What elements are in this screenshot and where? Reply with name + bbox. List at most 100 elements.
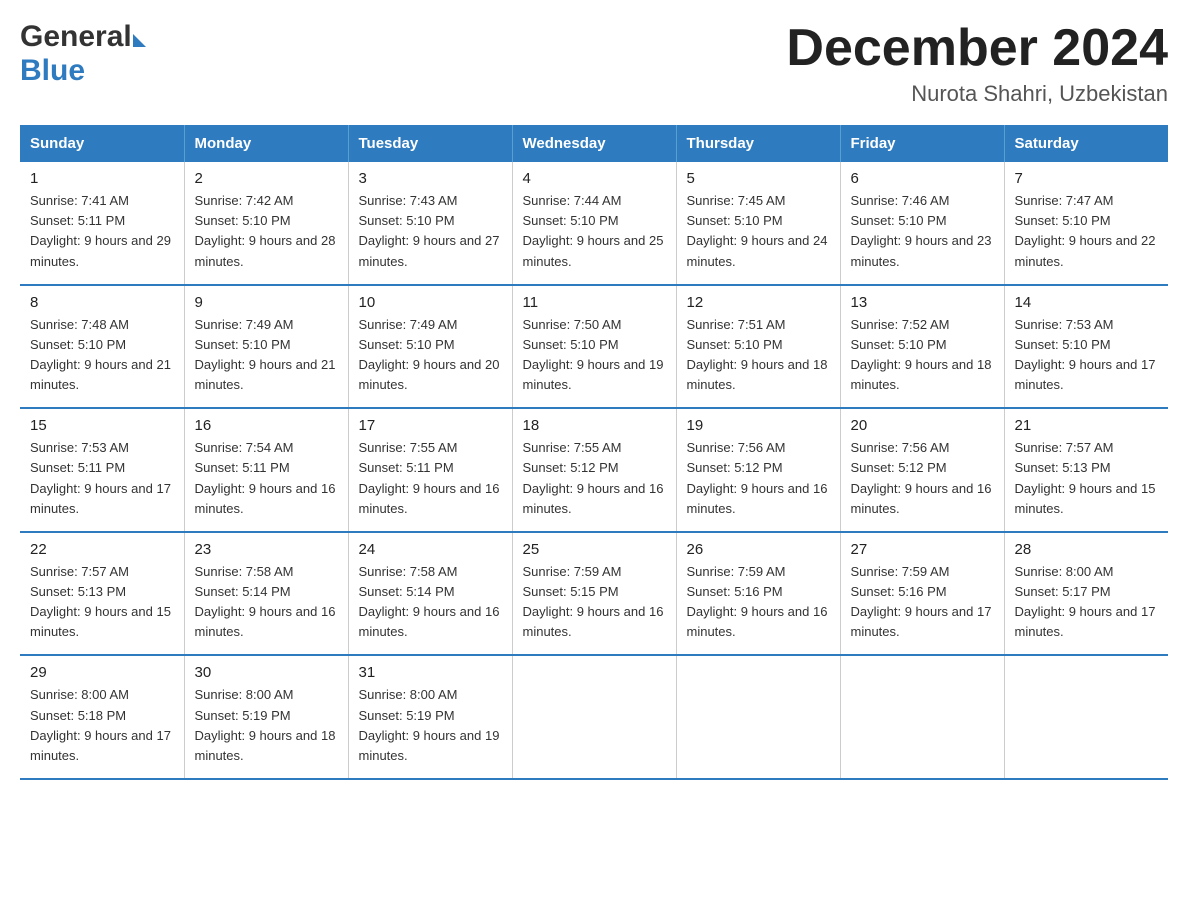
- day-number: 12: [687, 294, 830, 311]
- day-number: 9: [195, 294, 338, 311]
- logo-blue-text: Blue: [20, 54, 85, 88]
- day-number: 14: [1015, 294, 1159, 311]
- day-info: Sunrise: 7:45 AMSunset: 5:10 PMDaylight:…: [687, 191, 830, 272]
- day-number: 4: [523, 170, 666, 187]
- day-number: 29: [30, 664, 174, 681]
- calendar-cell: [1004, 655, 1168, 779]
- page-header: General Blue December 2024 Nurota Shahri…: [20, 20, 1168, 107]
- day-number: 18: [523, 417, 666, 434]
- calendar-cell: 5 Sunrise: 7:45 AMSunset: 5:10 PMDaylight…: [676, 162, 840, 285]
- day-header-sunday: Sunday: [20, 125, 184, 162]
- day-number: 28: [1015, 541, 1159, 558]
- day-info: Sunrise: 7:59 AMSunset: 5:16 PMDaylight:…: [687, 562, 830, 643]
- calendar-cell: 22 Sunrise: 7:57 AMSunset: 5:13 PMDayligh…: [20, 532, 184, 656]
- day-info: Sunrise: 7:54 AMSunset: 5:11 PMDaylight:…: [195, 438, 338, 519]
- calendar-cell: 1 Sunrise: 7:41 AMSunset: 5:11 PMDaylight…: [20, 162, 184, 285]
- calendar-cell: 2 Sunrise: 7:42 AMSunset: 5:10 PMDaylight…: [184, 162, 348, 285]
- day-number: 24: [359, 541, 502, 558]
- day-info: Sunrise: 7:53 AMSunset: 5:10 PMDaylight:…: [1015, 315, 1159, 396]
- day-info: Sunrise: 7:50 AMSunset: 5:10 PMDaylight:…: [523, 315, 666, 396]
- day-number: 31: [359, 664, 502, 681]
- day-info: Sunrise: 7:49 AMSunset: 5:10 PMDaylight:…: [359, 315, 502, 396]
- calendar-cell: 28 Sunrise: 8:00 AMSunset: 5:17 PMDayligh…: [1004, 532, 1168, 656]
- calendar-cell: 19 Sunrise: 7:56 AMSunset: 5:12 PMDayligh…: [676, 408, 840, 532]
- calendar-cell: 30Sunrise: 8:00 AMSunset: 5:19 PMDayligh…: [184, 655, 348, 779]
- day-info: Sunrise: 8:00 AMSunset: 5:17 PMDaylight:…: [1015, 562, 1159, 643]
- week-row-1: 1 Sunrise: 7:41 AMSunset: 5:11 PMDaylight…: [20, 162, 1168, 285]
- day-number: 22: [30, 541, 174, 558]
- day-number: 19: [687, 417, 830, 434]
- calendar-cell: 13 Sunrise: 7:52 AMSunset: 5:10 PMDayligh…: [840, 285, 1004, 409]
- calendar-cell: 3Sunrise: 7:43 AMSunset: 5:10 PMDaylight…: [348, 162, 512, 285]
- day-number: 6: [851, 170, 994, 187]
- day-info: Sunrise: 7:43 AMSunset: 5:10 PMDaylight:…: [359, 191, 502, 272]
- logo-triangle-icon: [133, 34, 146, 47]
- day-info: Sunrise: 7:56 AMSunset: 5:12 PMDaylight:…: [851, 438, 994, 519]
- day-number: 16: [195, 417, 338, 434]
- day-header-thursday: Thursday: [676, 125, 840, 162]
- day-header-tuesday: Tuesday: [348, 125, 512, 162]
- calendar-cell: 9 Sunrise: 7:49 AMSunset: 5:10 PMDaylight…: [184, 285, 348, 409]
- day-info: Sunrise: 7:41 AMSunset: 5:11 PMDaylight:…: [30, 191, 174, 272]
- calendar-cell: 24 Sunrise: 7:58 AMSunset: 5:14 PMDayligh…: [348, 532, 512, 656]
- days-of-week-row: SundayMondayTuesdayWednesdayThursdayFrid…: [20, 125, 1168, 162]
- day-info: Sunrise: 7:59 AMSunset: 5:16 PMDaylight:…: [851, 562, 994, 643]
- day-info: Sunrise: 7:57 AMSunset: 5:13 PMDaylight:…: [30, 562, 174, 643]
- day-info: Sunrise: 8:00 AMSunset: 5:19 PMDaylight:…: [195, 685, 338, 766]
- day-header-monday: Monday: [184, 125, 348, 162]
- day-info: Sunrise: 7:51 AMSunset: 5:10 PMDaylight:…: [687, 315, 830, 396]
- day-number: 13: [851, 294, 994, 311]
- day-info: Sunrise: 7:56 AMSunset: 5:12 PMDaylight:…: [687, 438, 830, 519]
- day-header-saturday: Saturday: [1004, 125, 1168, 162]
- calendar-cell: 25 Sunrise: 7:59 AMSunset: 5:15 PMDayligh…: [512, 532, 676, 656]
- day-info: Sunrise: 8:00 AMSunset: 5:18 PMDaylight:…: [30, 685, 174, 766]
- day-number: 21: [1015, 417, 1159, 434]
- calendar-cell: 14 Sunrise: 7:53 AMSunset: 5:10 PMDayligh…: [1004, 285, 1168, 409]
- calendar-cell: 29 Sunrise: 8:00 AMSunset: 5:18 PMDayligh…: [20, 655, 184, 779]
- day-number: 25: [523, 541, 666, 558]
- calendar-title: December 2024: [786, 20, 1168, 77]
- calendar-cell: 16 Sunrise: 7:54 AMSunset: 5:11 PMDayligh…: [184, 408, 348, 532]
- day-number: 1: [30, 170, 174, 187]
- calendar-cell: 20 Sunrise: 7:56 AMSunset: 5:12 PMDayligh…: [840, 408, 1004, 532]
- calendar-header: SundayMondayTuesdayWednesdayThursdayFrid…: [20, 125, 1168, 162]
- day-info: Sunrise: 7:42 AMSunset: 5:10 PMDaylight:…: [195, 191, 338, 272]
- day-info: Sunrise: 7:55 AMSunset: 5:11 PMDaylight:…: [359, 438, 502, 519]
- day-info: Sunrise: 7:59 AMSunset: 5:15 PMDaylight:…: [523, 562, 666, 643]
- day-info: Sunrise: 7:57 AMSunset: 5:13 PMDaylight:…: [1015, 438, 1159, 519]
- day-info: Sunrise: 7:58 AMSunset: 5:14 PMDaylight:…: [359, 562, 502, 643]
- calendar-cell: 6 Sunrise: 7:46 AMSunset: 5:10 PMDaylight…: [840, 162, 1004, 285]
- calendar-cell: 21 Sunrise: 7:57 AMSunset: 5:13 PMDayligh…: [1004, 408, 1168, 532]
- week-row-3: 15Sunrise: 7:53 AMSunset: 5:11 PMDayligh…: [20, 408, 1168, 532]
- title-block: December 2024 Nurota Shahri, Uzbekistan: [786, 20, 1168, 107]
- week-row-5: 29 Sunrise: 8:00 AMSunset: 5:18 PMDayligh…: [20, 655, 1168, 779]
- day-number: 2: [195, 170, 338, 187]
- day-number: 5: [687, 170, 830, 187]
- day-number: 27: [851, 541, 994, 558]
- logo: General Blue: [20, 20, 146, 88]
- calendar-cell: 10 Sunrise: 7:49 AMSunset: 5:10 PMDayligh…: [348, 285, 512, 409]
- week-row-2: 8Sunrise: 7:48 AMSunset: 5:10 PMDaylight…: [20, 285, 1168, 409]
- calendar-cell: 15Sunrise: 7:53 AMSunset: 5:11 PMDayligh…: [20, 408, 184, 532]
- day-info: Sunrise: 7:55 AMSunset: 5:12 PMDaylight:…: [523, 438, 666, 519]
- calendar-cell: 26Sunrise: 7:59 AMSunset: 5:16 PMDayligh…: [676, 532, 840, 656]
- day-info: Sunrise: 7:44 AMSunset: 5:10 PMDaylight:…: [523, 191, 666, 272]
- day-info: Sunrise: 7:52 AMSunset: 5:10 PMDaylight:…: [851, 315, 994, 396]
- calendar-cell: 7Sunrise: 7:47 AMSunset: 5:10 PMDaylight…: [1004, 162, 1168, 285]
- calendar-cell: 31Sunrise: 8:00 AMSunset: 5:19 PMDayligh…: [348, 655, 512, 779]
- calendar-cell: 8Sunrise: 7:48 AMSunset: 5:10 PMDaylight…: [20, 285, 184, 409]
- calendar-body: 1 Sunrise: 7:41 AMSunset: 5:11 PMDaylight…: [20, 162, 1168, 779]
- calendar-cell: 11 Sunrise: 7:50 AMSunset: 5:10 PMDayligh…: [512, 285, 676, 409]
- day-info: Sunrise: 7:48 AMSunset: 5:10 PMDaylight:…: [30, 315, 174, 396]
- day-info: Sunrise: 7:49 AMSunset: 5:10 PMDaylight:…: [195, 315, 338, 396]
- day-info: Sunrise: 7:46 AMSunset: 5:10 PMDaylight:…: [851, 191, 994, 272]
- week-row-4: 22 Sunrise: 7:57 AMSunset: 5:13 PMDayligh…: [20, 532, 1168, 656]
- day-number: 10: [359, 294, 502, 311]
- day-number: 11: [523, 294, 666, 311]
- day-header-wednesday: Wednesday: [512, 125, 676, 162]
- day-number: 23: [195, 541, 338, 558]
- day-number: 20: [851, 417, 994, 434]
- calendar-subtitle: Nurota Shahri, Uzbekistan: [786, 81, 1168, 107]
- calendar-cell: 17Sunrise: 7:55 AMSunset: 5:11 PMDayligh…: [348, 408, 512, 532]
- calendar-cell: 23Sunrise: 7:58 AMSunset: 5:14 PMDayligh…: [184, 532, 348, 656]
